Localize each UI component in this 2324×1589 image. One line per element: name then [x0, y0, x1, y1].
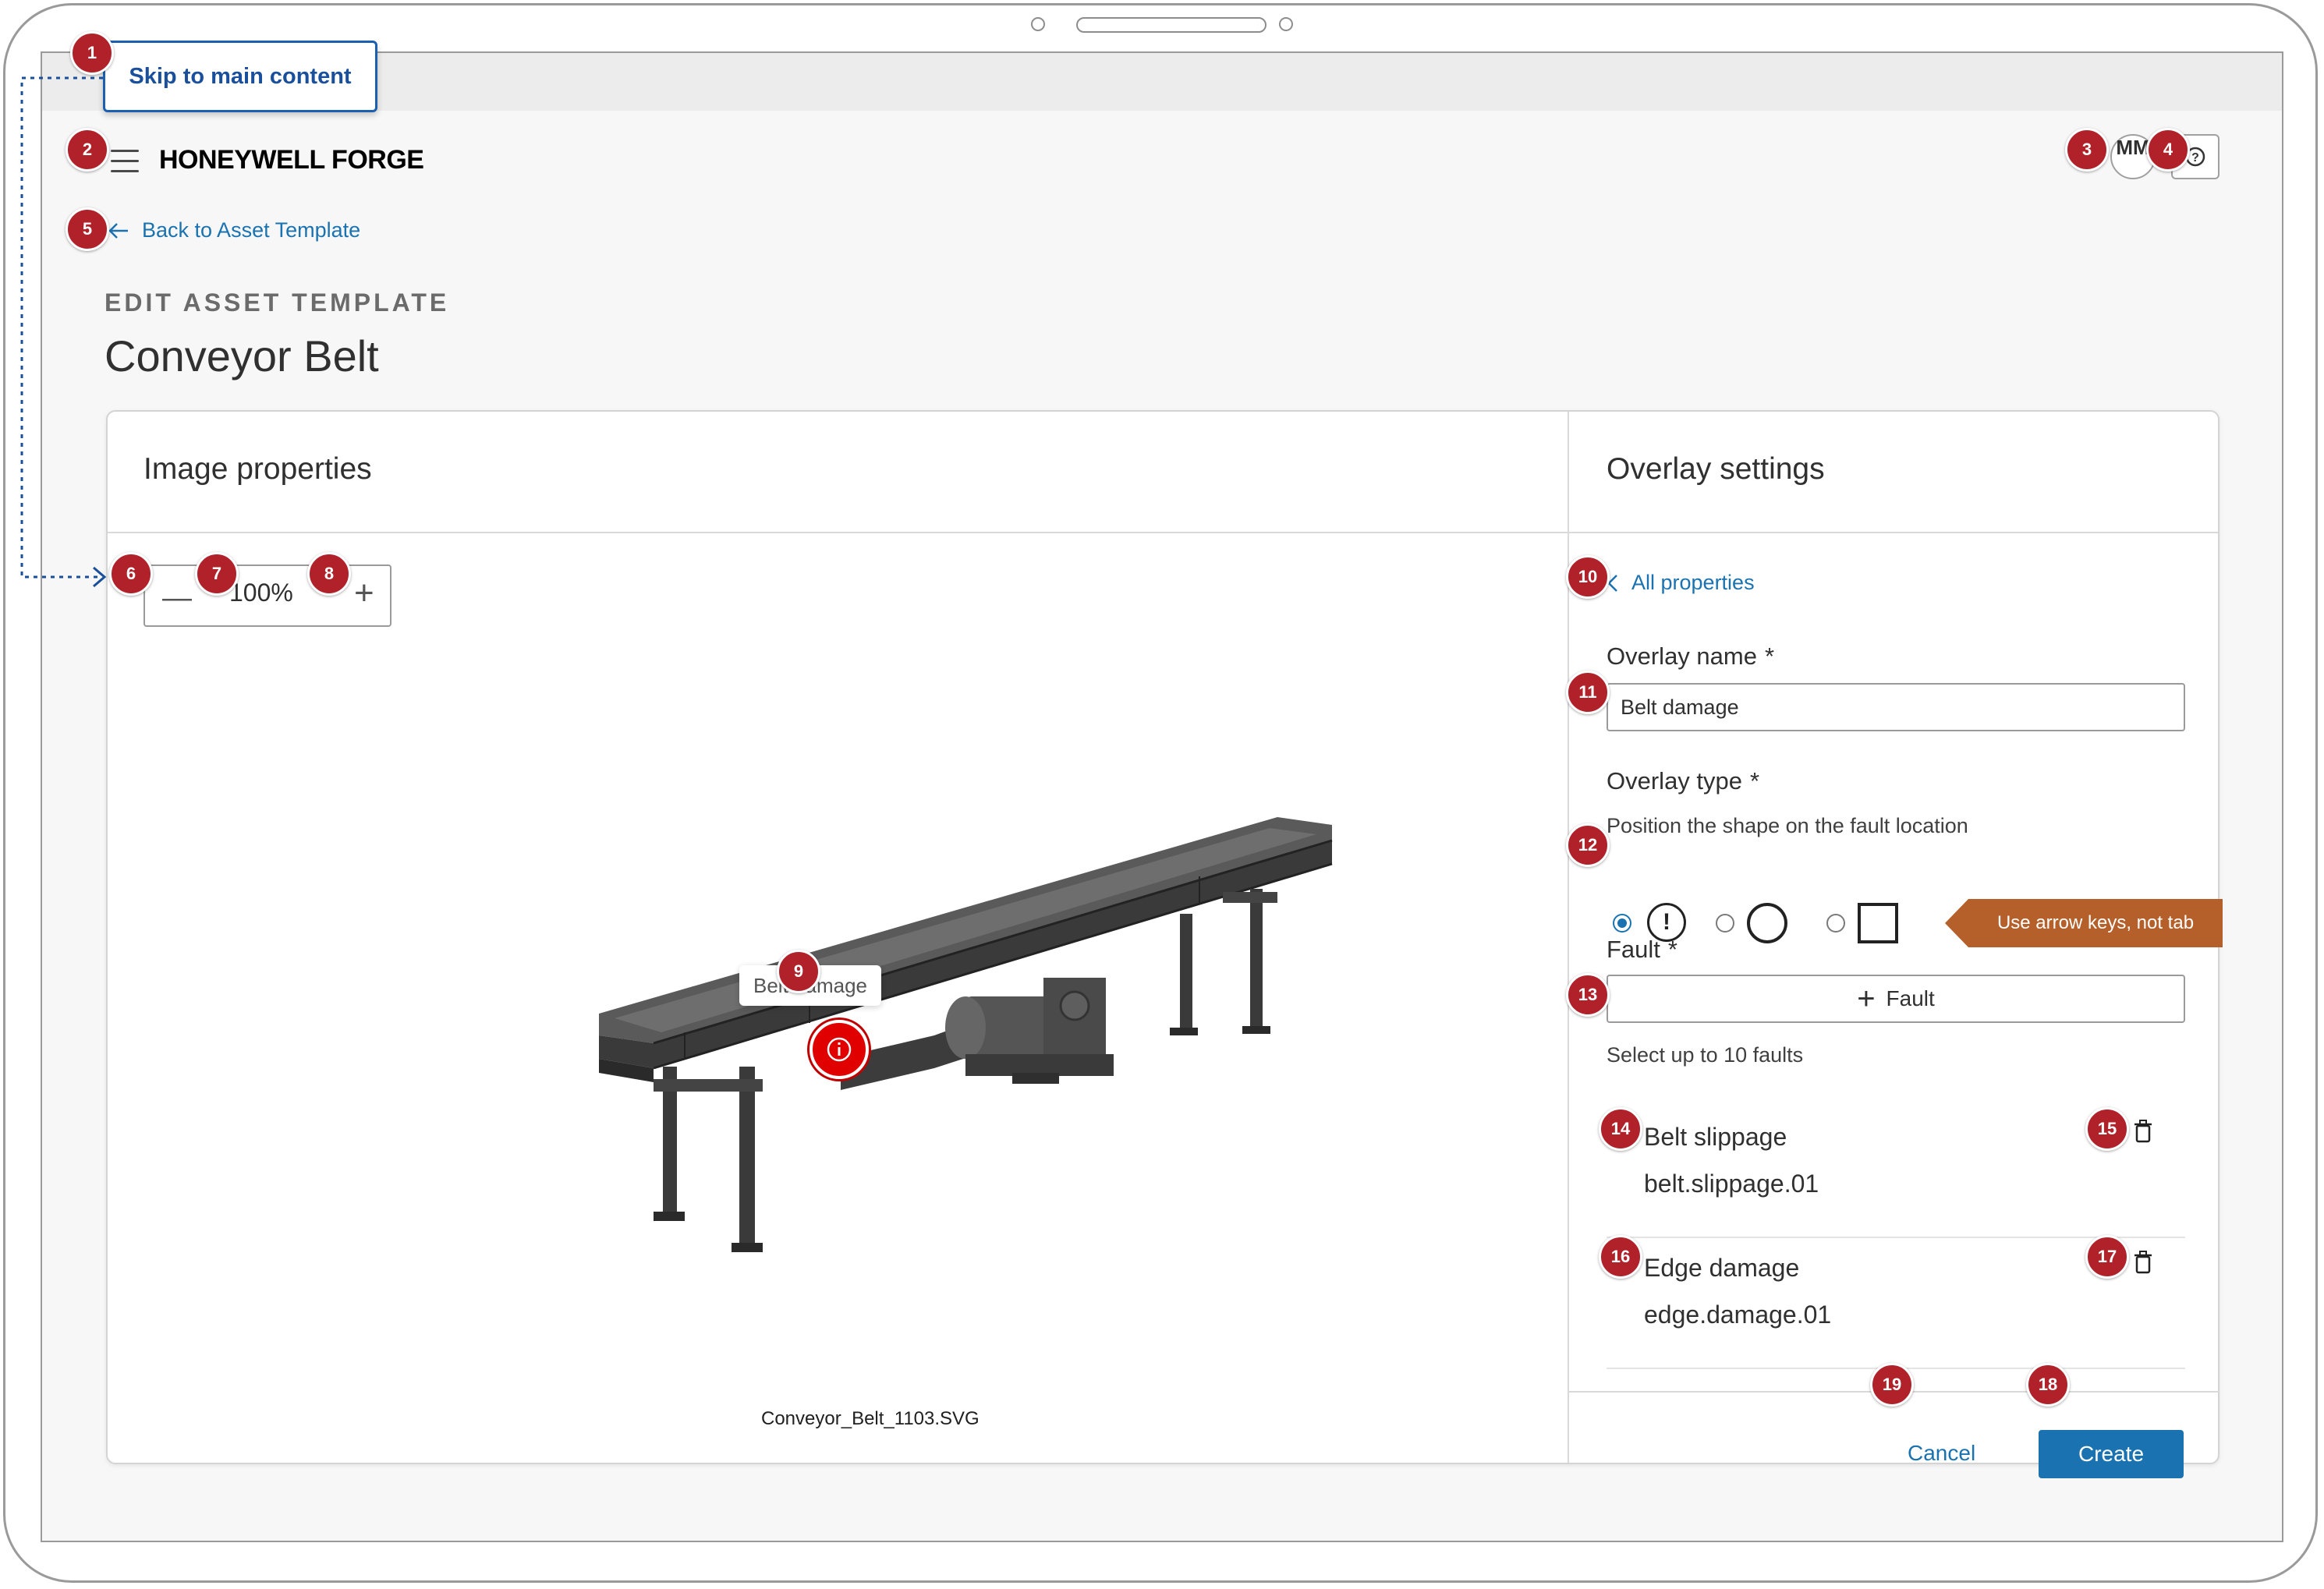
annotation-badge: 8: [307, 552, 351, 596]
annotation-badge: 9: [777, 950, 820, 993]
annotation-badge: 17: [2085, 1235, 2129, 1279]
annotation-badge: 7: [195, 552, 239, 596]
annotation-badge: 2: [66, 128, 109, 172]
annotation-badge: 4: [2146, 128, 2190, 172]
focus-order-connector: [20, 76, 107, 588]
annotation-badge: 3: [2065, 128, 2109, 172]
annotation-badge: 10: [1566, 555, 1610, 599]
annotation-badge: 13: [1566, 973, 1610, 1017]
annotation-badge: 19: [1870, 1363, 1914, 1407]
annotation-badge: 5: [66, 207, 109, 251]
annotation-badge: 11: [1566, 671, 1610, 714]
annotation-badge: 18: [2026, 1363, 2070, 1407]
annotation-badge: 15: [2085, 1107, 2129, 1151]
annotation-badge: 6: [109, 552, 153, 596]
annotation-badge: 1: [70, 31, 114, 75]
annotation-badge: 14: [1599, 1107, 1642, 1151]
annotation-badge: 12: [1566, 823, 1610, 867]
annotation-badge: 16: [1599, 1235, 1642, 1279]
